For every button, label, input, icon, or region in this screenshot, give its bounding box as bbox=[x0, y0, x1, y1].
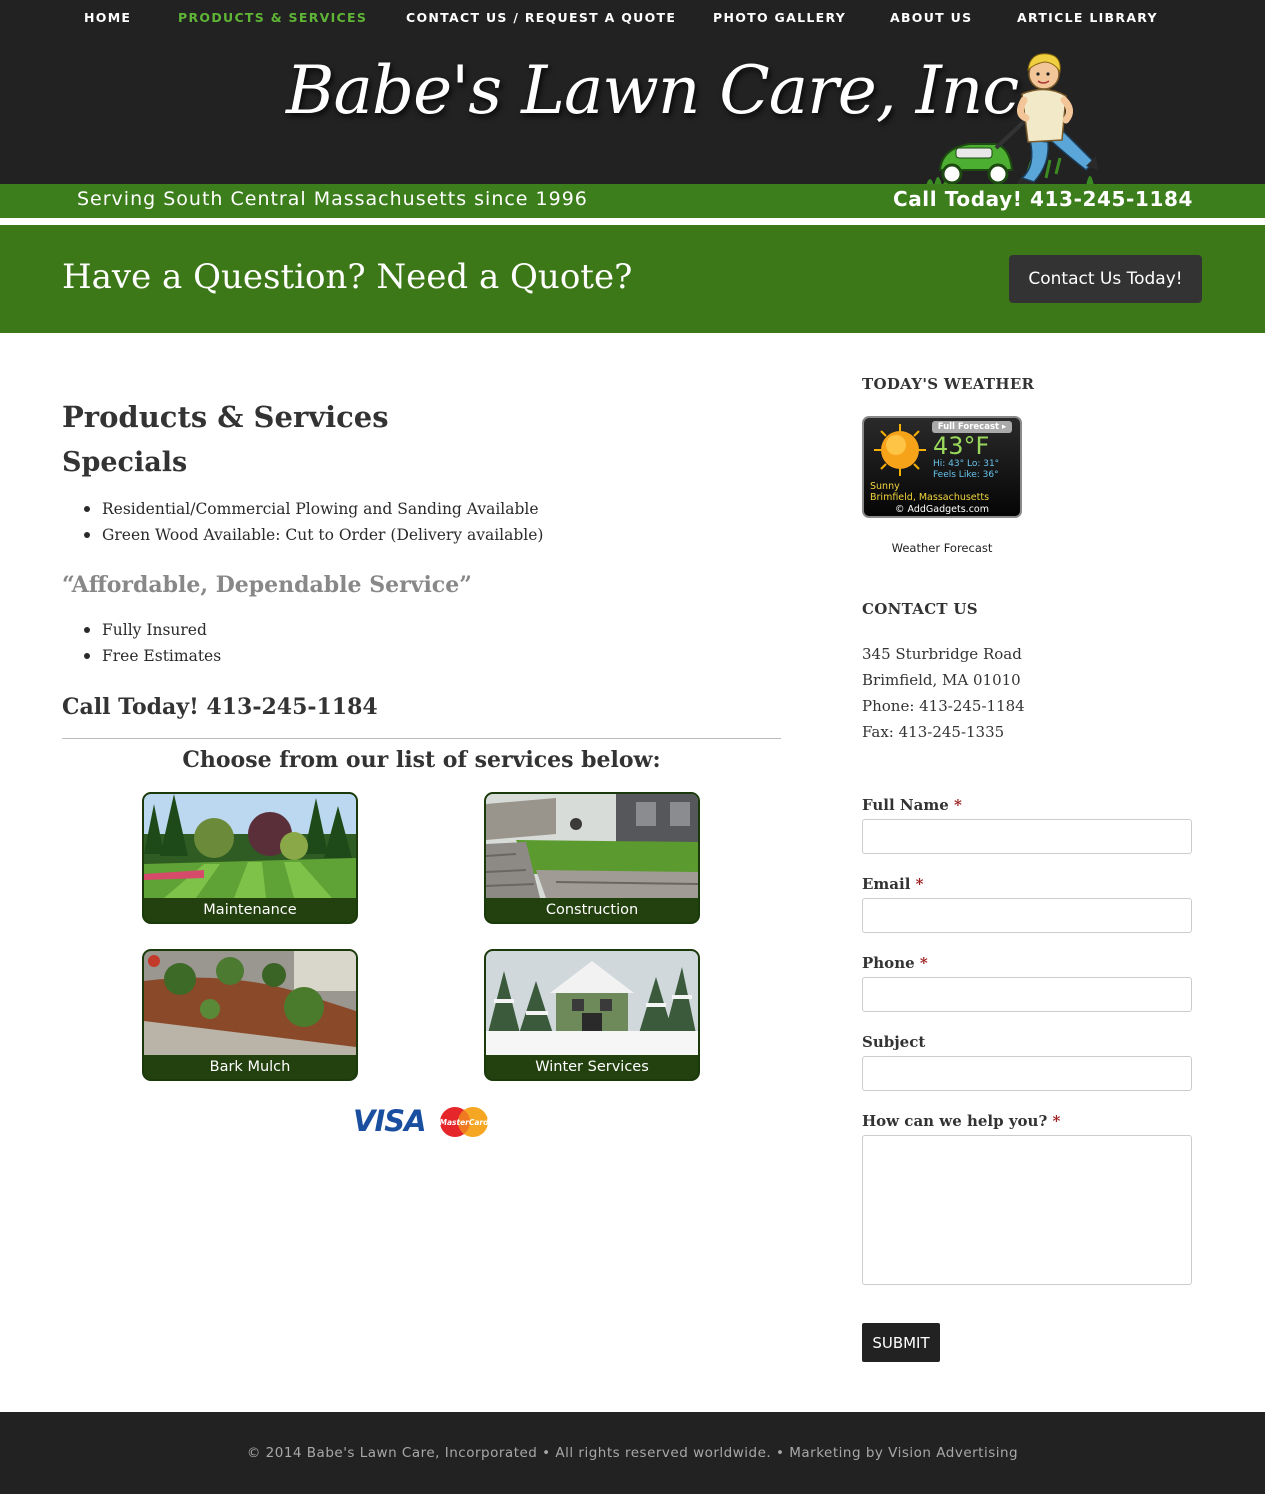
list-item: Residential/Commercial Plowing and Sandi… bbox=[83, 496, 543, 522]
weather-forecast-link[interactable]: Weather Forecast bbox=[862, 541, 1022, 555]
cta-title: Have a Question? Need a Quote? bbox=[62, 257, 633, 297]
weather-location: Brimfield, Massachusetts bbox=[870, 492, 990, 503]
email-field[interactable] bbox=[862, 898, 1192, 933]
winter-services-photo-icon bbox=[486, 951, 698, 1055]
weather-hi-lo: Hi: 43° Lo: 31° bbox=[933, 459, 1000, 469]
contact-heading: CONTACT US bbox=[862, 600, 978, 618]
nav-article-library[interactable]: ARTICLE LIBRARY bbox=[1017, 10, 1158, 25]
service-winter-services-card[interactable]: Winter Services bbox=[484, 949, 700, 1081]
list-item: Free Estimates bbox=[83, 643, 221, 669]
footer-copyright: © 2014 Babe's Lawn Care, Incorporated • … bbox=[246, 1445, 1019, 1461]
affordable-heading: “Affordable, Dependable Service” bbox=[62, 572, 472, 598]
affordable-list: Fully Insured Free Estimates bbox=[83, 617, 221, 669]
service-maintenance-card[interactable]: Maintenance bbox=[142, 792, 358, 924]
contact-us-today-button[interactable]: Contact Us Today! bbox=[1009, 255, 1202, 303]
service-label: Bark Mulch bbox=[209, 1059, 291, 1075]
header-divider bbox=[0, 218, 1265, 224]
specials-list: Residential/Commercial Plowing and Sandi… bbox=[83, 496, 543, 548]
help-label: How can we help you? * bbox=[862, 1112, 1061, 1130]
header-phone[interactable]: Call Today! 413-245-1184 bbox=[893, 187, 1193, 211]
visa-logo: VISA bbox=[353, 1104, 427, 1138]
specials-heading: Specials bbox=[62, 447, 188, 478]
phone-line[interactable]: Phone: 413-245-1184 bbox=[862, 693, 1025, 719]
full-name-label: Full Name * bbox=[862, 796, 962, 814]
phone-label: Phone * bbox=[862, 954, 928, 972]
list-item: Fully Insured bbox=[83, 617, 221, 643]
subject-field[interactable] bbox=[862, 1056, 1192, 1091]
sun-icon bbox=[874, 424, 926, 476]
address-line: Brimfield, MA 01010 bbox=[862, 671, 1021, 689]
nav-about-us[interactable]: ABOUT US bbox=[890, 10, 972, 25]
full-name-field[interactable] bbox=[862, 819, 1192, 854]
email-label: Email * bbox=[862, 875, 924, 893]
svg-text:MasterCard: MasterCard bbox=[440, 1118, 490, 1127]
phone-field[interactable] bbox=[862, 977, 1192, 1012]
weather-credit[interactable]: © AddGadgets.com bbox=[864, 504, 1020, 515]
address-line: 345 Sturbridge Road bbox=[862, 645, 1022, 663]
construction-photo-icon bbox=[486, 794, 698, 898]
choose-services-heading: Choose from our list of services below: bbox=[182, 747, 661, 773]
nav-contact-quote[interactable]: CONTACT US / REQUEST A QUOTE bbox=[406, 10, 676, 25]
bark-mulch-photo-icon bbox=[144, 951, 356, 1055]
message-textarea[interactable] bbox=[862, 1135, 1192, 1285]
weather-temperature: 43°F bbox=[933, 432, 990, 460]
page-title: Products & Services bbox=[62, 400, 389, 434]
weather-condition: Sunny bbox=[870, 481, 900, 492]
main-nav: HOME PRODUCTS & SERVICES CONTACT US / RE… bbox=[0, 0, 1265, 34]
service-label: Maintenance bbox=[203, 902, 297, 918]
content-divider bbox=[62, 738, 781, 739]
weather-widget[interactable]: Full Forecast ▸ 43°F Hi: 43° Lo: 31° Fee… bbox=[862, 416, 1022, 518]
tagline: Serving South Central Massachusetts sinc… bbox=[77, 188, 588, 210]
list-item: Green Wood Available: Cut to Order (Deli… bbox=[83, 522, 543, 548]
service-label: Winter Services bbox=[535, 1059, 649, 1075]
fax-line: Fax: 413-245-1335 bbox=[862, 723, 1005, 741]
nav-home[interactable]: HOME bbox=[84, 10, 131, 25]
service-bark-mulch-card[interactable]: Bark Mulch bbox=[142, 949, 358, 1081]
lawnmower-lady-mascot-icon bbox=[926, 53, 1098, 190]
call-today-heading: Call Today! 413-245-1184 bbox=[62, 694, 378, 720]
submit-button[interactable]: SUBMIT bbox=[862, 1323, 940, 1362]
service-label: Construction bbox=[545, 902, 639, 918]
service-construction-card[interactable]: Construction bbox=[484, 792, 700, 924]
weather-heading: TODAY'S WEATHER bbox=[862, 375, 1035, 393]
mastercard-logo-icon: MasterCard bbox=[440, 1107, 490, 1137]
weather-feels-like: Feels Like: 36° bbox=[933, 470, 999, 480]
contact-address: 345 Sturbridge Road Brimfield, MA 01010 … bbox=[862, 641, 1025, 745]
nav-photo-gallery[interactable]: PHOTO GALLERY bbox=[713, 10, 846, 25]
nav-products-services[interactable]: PRODUCTS & SERVICES bbox=[178, 10, 367, 25]
subject-label: Subject bbox=[862, 1033, 926, 1051]
maintenance-photo-icon bbox=[144, 794, 356, 898]
